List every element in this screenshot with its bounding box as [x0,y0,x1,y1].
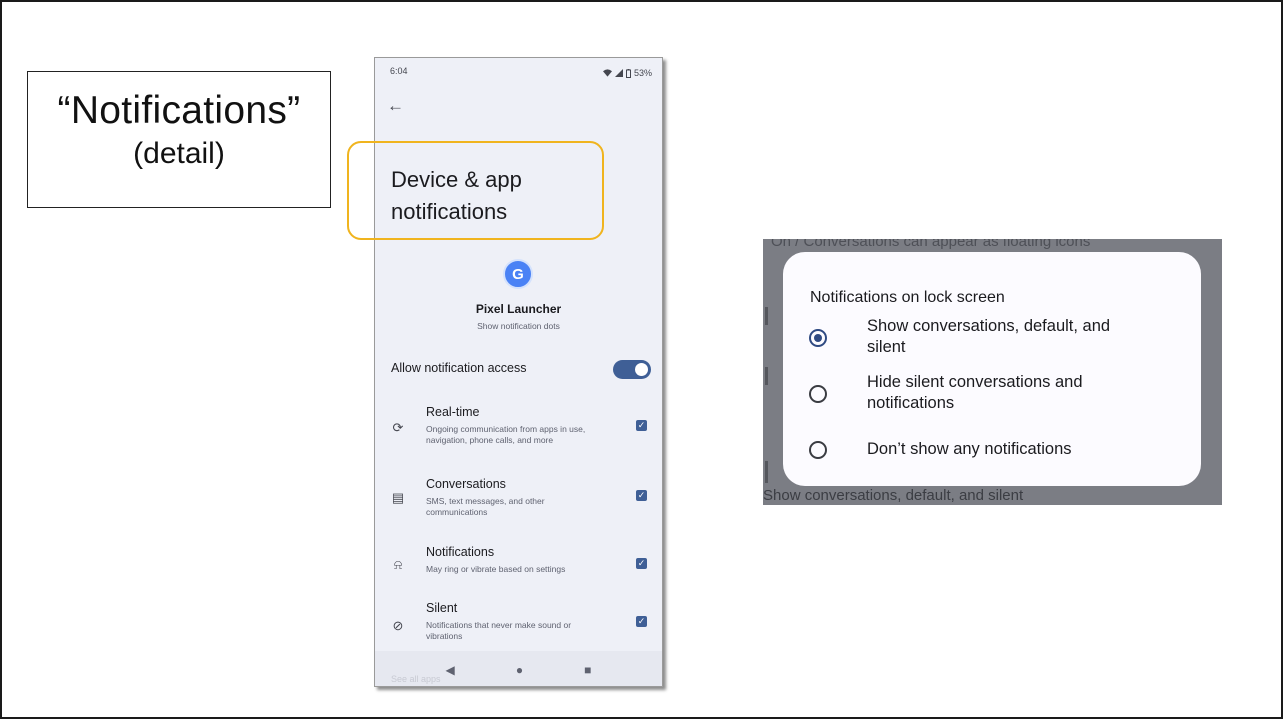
row-title: Conversations [426,477,506,491]
app-name: Pixel Launcher [475,302,562,316]
row-title: Real-time [426,405,480,419]
wifi-icon [602,69,612,77]
checkbox-conversations[interactable]: ✓ [636,490,647,501]
background-text-bottom: Show conversations, default, and silent [763,487,1024,504]
radio-selected[interactable] [809,329,827,347]
toggle-knob [635,363,648,376]
battery-icon [625,68,631,78]
background-text-fragment [765,307,768,325]
see-all-apps-link[interactable]: See all apps [391,674,441,684]
row-title: Silent [426,601,458,615]
row-description: Notifications that never make sound or v… [426,620,572,641]
row-title: Notifications [426,545,495,559]
dialog-title: Notifications on lock screen [810,289,1005,306]
callout-title: “Notifications” [57,89,301,132]
option-label-line2: silent [867,338,906,356]
background-text-fragment [765,461,768,483]
allow-notification-access-label: Allow notification access [391,361,527,375]
status-battery: 53% [633,68,652,78]
lock-screen-dialog: Notifications on lock screen Show conver… [783,252,1201,486]
option-label-line1: Don’t show any notifications [867,440,1072,458]
message-icon: ▤ [391,490,405,505]
google-app-icon: G [503,259,533,289]
sync-icon: ⟳ [392,420,404,435]
background-text-fragment [765,367,768,385]
radio-unselected[interactable] [809,385,827,403]
allow-notification-access-toggle[interactable] [613,360,651,379]
nav-recents-icon[interactable]: ■ [584,663,591,677]
row-description: Ongoing communication from apps in use, … [426,424,586,445]
option-label-line1: Hide silent conversations and [867,373,1083,391]
radio-unselected[interactable] [809,441,827,459]
option-label-line2: notifications [867,394,955,412]
status-bar: 6:04 53% [390,66,652,80]
signal-icon [614,69,623,77]
callout-box: “Notifications” (detail) [27,71,331,208]
back-arrow-icon[interactable]: ← [387,96,404,116]
callout-subtitle: (detail) [133,137,225,170]
row-description: SMS, text messages, and other communicat… [426,496,545,517]
app-subtitle: Show notification dots [477,321,560,331]
nav-back-icon[interactable]: ◀ [446,663,455,677]
row-description: May ring or vibrate based on settings [426,564,566,574]
status-time: 6:04 [390,66,408,76]
checkbox-real-time[interactable]: ✓ [636,420,647,431]
checkbox-silent[interactable]: ✓ [636,616,647,627]
bell-ring-icon: ⍾ [393,557,403,572]
option-label-line1: Show conversations, default, and [867,317,1111,335]
title-highlight-box [347,141,604,240]
lock-screen-dialog-panel: On / Conversations can appear as floatin… [763,239,1222,505]
checkbox-notifications[interactable]: ✓ [636,558,647,569]
nav-home-icon[interactable]: ● [516,663,523,677]
bell-off-icon: ⊘ [392,618,404,633]
background-text-top: On / Conversations can appear as floatin… [771,239,1091,250]
